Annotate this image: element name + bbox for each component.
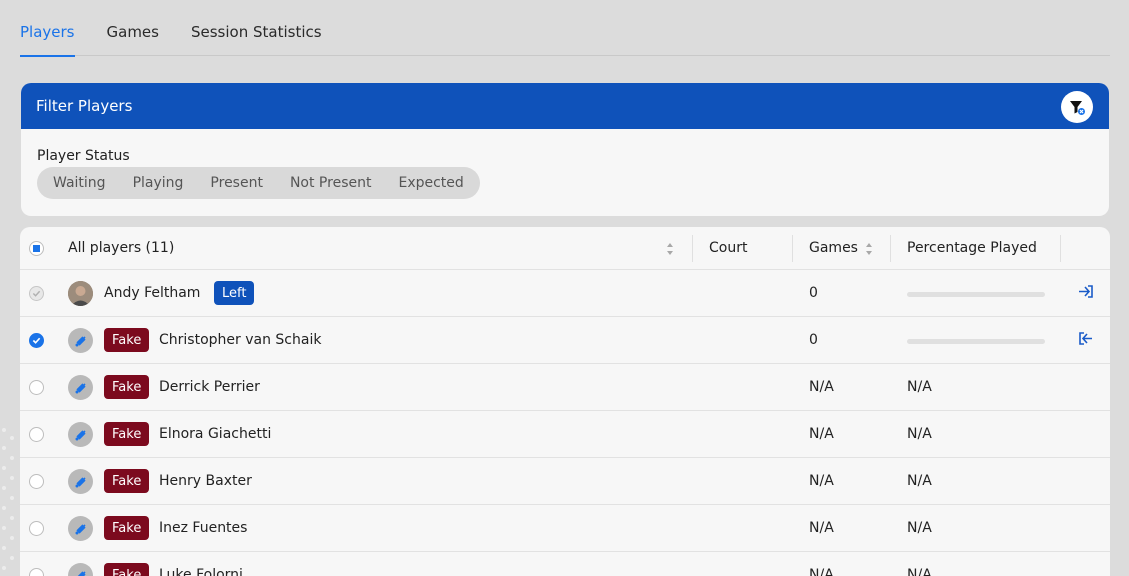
table-row[interactable]: Andy Feltham Left 0 [20,270,1110,317]
shuttlecock-icon [75,523,86,534]
tab-players[interactable]: Players [20,0,75,57]
games-value: N/A [809,426,834,442]
shuttlecock-icon [75,335,86,346]
games-value: 0 [809,332,818,348]
login-icon[interactable] [1077,283,1095,301]
games-value: N/A [809,520,834,536]
tab-games[interactable]: Games [107,0,159,56]
sort-icon[interactable] [666,242,674,256]
sort-icon[interactable] [865,242,873,256]
status-badge: Left [214,281,255,305]
avatar [68,563,93,576]
player-name[interactable]: Christopher van Schaik [159,332,321,348]
column-divider [890,235,891,262]
tab-session-statistics[interactable]: Session Statistics [191,0,322,56]
row-checkbox[interactable] [29,427,44,442]
person-photo-icon [68,281,93,306]
player-status-label: Player Status [37,148,130,164]
fake-badge: Fake [104,328,150,352]
games-value: N/A [809,567,834,576]
shuttlecock-icon [75,382,86,393]
percentage-header: Percentage Played [907,240,1037,256]
table-row[interactable]: Fake Christopher van Schaik 0 [20,317,1110,364]
table-row[interactable]: Fake Henry Baxter N/A N/A [20,458,1110,505]
status-playing[interactable]: Playing [133,175,184,191]
checkmark-icon [32,290,41,297]
table-row[interactable]: Fake Inez Fuentes N/A N/A [20,505,1110,552]
status-not-present[interactable]: Not Present [290,175,372,191]
court-header: Court [709,240,748,256]
avatar [68,469,93,494]
fake-badge: Fake [104,516,150,540]
fake-badge: Fake [104,469,150,493]
player-name[interactable]: Derrick Perrier [159,379,260,395]
table-row[interactable]: Fake Elnora Giachetti N/A N/A [20,411,1110,458]
clear-filter-button[interactable] [1061,91,1093,123]
player-name[interactable]: Elnora Giachetti [159,426,271,442]
player-name[interactable]: Luke Folorni [159,567,243,576]
table-row[interactable]: Fake Luke Folorni N/A N/A [20,552,1110,576]
shuttlecock-icon [75,476,86,487]
filter-header: Filter Players [21,83,1109,129]
games-value: N/A [809,473,834,489]
shuttlecock-icon [75,429,86,440]
fake-badge: Fake [104,563,150,576]
games-value: N/A [809,379,834,395]
status-expected[interactable]: Expected [398,175,463,191]
avatar [68,516,93,541]
select-all-checkbox[interactable] [29,241,44,256]
status-waiting[interactable]: Waiting [53,175,106,191]
fake-badge: Fake [104,375,150,399]
fake-badge: Fake [104,422,150,446]
player-name[interactable]: Andy Feltham [104,285,200,301]
table-header: All players (11) Court Games Percentage … [20,227,1110,270]
percentage-value: N/A [907,520,932,536]
avatar [68,375,93,400]
players-table: All players (11) Court Games Percentage … [20,227,1110,576]
avatar [68,422,93,447]
filter-card: Filter Players Player Status Waiting Pla… [21,83,1109,216]
player-name[interactable]: Henry Baxter [159,473,252,489]
games-header[interactable]: Games [809,240,858,256]
checkmark-icon [32,337,41,344]
row-checkbox[interactable] [29,568,44,576]
row-checkbox[interactable] [29,521,44,536]
row-checkbox [29,286,44,301]
percentage-progress-bar [907,292,1045,297]
percentage-value: N/A [907,426,932,442]
background-pattern [2,428,14,570]
filter-clear-icon [1070,101,1085,115]
avatar [68,328,93,353]
percentage-value: N/A [907,379,932,395]
status-present[interactable]: Present [210,175,263,191]
row-checkbox[interactable] [29,380,44,395]
player-name[interactable]: Inez Fuentes [159,520,247,536]
row-checkbox[interactable] [29,474,44,489]
logout-icon[interactable] [1077,330,1095,348]
filter-title: Filter Players [36,97,133,115]
tab-bar: Players Games Session Statistics [20,0,1110,57]
player-status-toggle-group: Waiting Playing Present Not Present Expe… [37,167,480,199]
avatar [68,281,93,306]
column-divider [1060,235,1061,262]
column-divider [692,235,693,262]
games-value: 0 [809,285,818,301]
percentage-progress-bar [907,339,1045,344]
column-divider [792,235,793,262]
indeterminate-icon [33,245,40,252]
table-row[interactable]: Fake Derrick Perrier N/A N/A [20,364,1110,411]
percentage-value: N/A [907,473,932,489]
row-checkbox[interactable] [29,333,44,348]
percentage-value: N/A [907,567,932,576]
shuttlecock-icon [76,570,86,576]
all-players-header[interactable]: All players (11) [68,240,174,256]
